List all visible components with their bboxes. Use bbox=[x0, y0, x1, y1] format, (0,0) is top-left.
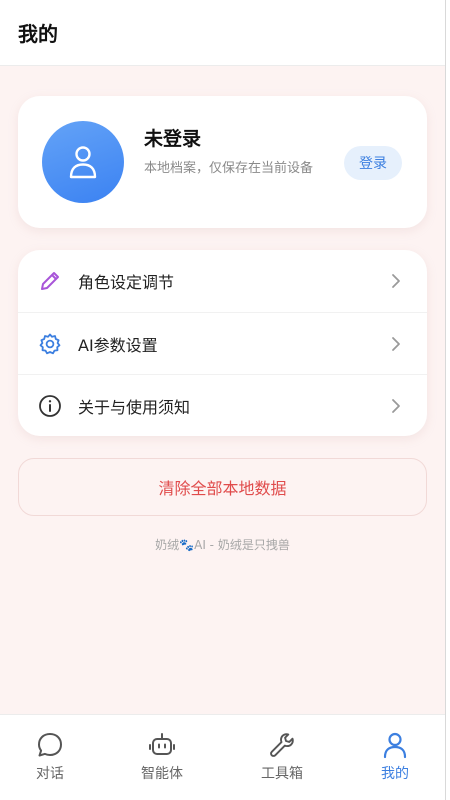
menu-item-about[interactable]: 关于与使用须知 bbox=[18, 374, 427, 436]
header: 我的 bbox=[0, 0, 445, 66]
profile-card: 未登录 本地档案，仅保存在当前设备 登录 bbox=[18, 96, 427, 228]
tab-label: 智能体 bbox=[141, 766, 183, 782]
tab-agents[interactable]: 智能体 bbox=[117, 715, 207, 800]
tab-label: 我的 bbox=[381, 766, 409, 782]
menu-item-label: 关于与使用须知 bbox=[78, 397, 191, 417]
menu-item-label: 角色设定调节 bbox=[78, 273, 175, 292]
footer-text: 奶绒🐾AI - 奶绒是只拽兽 bbox=[155, 538, 290, 552]
chevron-right-icon bbox=[392, 336, 400, 351]
tab-chat[interactable]: 对话 bbox=[5, 715, 95, 800]
chat-bubble-icon bbox=[36, 731, 64, 759]
tab-label: 工具箱 bbox=[261, 766, 303, 782]
info-icon bbox=[38, 394, 62, 418]
profile-name: 未登录 bbox=[144, 128, 202, 150]
avatar[interactable] bbox=[42, 121, 124, 203]
pencil-icon bbox=[38, 269, 62, 293]
chevron-right-icon bbox=[392, 398, 400, 413]
main-content: 未登录 本地档案，仅保存在当前设备 登录 角色设定调节 AI参数设置 关于与使用… bbox=[0, 66, 445, 714]
gear-icon bbox=[38, 332, 62, 356]
menu-item-label: AI参数设置 bbox=[78, 335, 158, 355]
menu-item-ai-params[interactable]: AI参数设置 bbox=[18, 312, 427, 374]
menu-item-role-settings[interactable]: 角色设定调节 bbox=[18, 250, 427, 312]
tab-label: 对话 bbox=[36, 766, 64, 782]
user-icon bbox=[381, 731, 409, 759]
user-icon bbox=[69, 146, 97, 179]
robot-icon bbox=[148, 731, 176, 759]
settings-menu: 角色设定调节 AI参数设置 关于与使用须知 bbox=[18, 250, 427, 436]
tab-profile[interactable]: 我的 bbox=[350, 715, 440, 800]
chevron-right-icon bbox=[392, 274, 400, 288]
login-button[interactable]: 登录 bbox=[344, 146, 402, 180]
page-title: 我的 bbox=[18, 22, 58, 46]
bottom-tab-bar: 对话 智能体 工具箱 我的 bbox=[0, 714, 445, 800]
wrench-icon bbox=[268, 731, 296, 759]
clear-local-data-button[interactable]: 清除全部本地数据 bbox=[18, 458, 427, 516]
app-window: 我的 未登录 本地档案，仅保存在当前设备 登录 角色设定调节 AI参数设置 关于… bbox=[0, 0, 446, 800]
profile-description: 本地档案，仅保存在当前设备 bbox=[144, 161, 314, 176]
tab-toolbox[interactable]: 工具箱 bbox=[237, 715, 327, 800]
